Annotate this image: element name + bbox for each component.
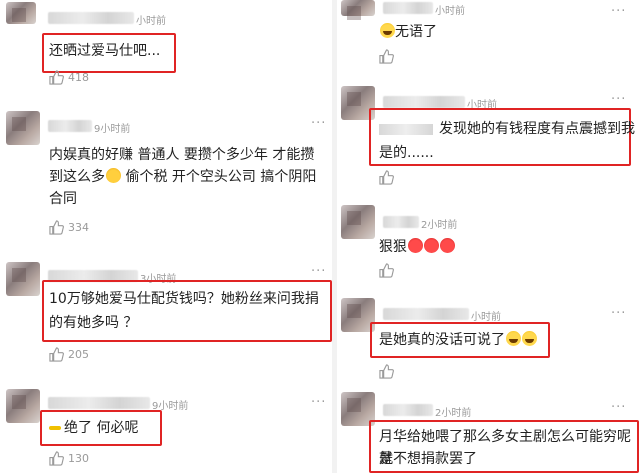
username-blurred[interactable] <box>48 12 134 24</box>
comment-time: 小时前 <box>136 16 166 27</box>
comment-text: 无语了 <box>379 21 437 43</box>
username-blurred[interactable] <box>383 96 465 108</box>
comment-time: 2小时前 <box>421 220 458 231</box>
comment-text: 合同 <box>49 191 77 207</box>
more-dots-icon[interactable]: ··· <box>611 92 626 107</box>
like-button[interactable] <box>379 364 394 379</box>
like-button[interactable]: 418 <box>49 70 89 85</box>
username-blurred[interactable] <box>48 397 150 409</box>
mention-blurred[interactable] <box>379 123 433 135</box>
emoji-icon <box>106 168 121 183</box>
emoji-icon <box>49 426 61 430</box>
username-blurred[interactable] <box>383 2 433 14</box>
comment-text: 是不想捐款罢了 <box>379 451 477 467</box>
comment-time: 小时前 <box>435 6 465 17</box>
thumbs-up-icon <box>49 70 64 85</box>
like-button[interactable] <box>379 49 394 64</box>
comment-text: 是她真的没话可说了 <box>379 329 537 351</box>
emoji-icon <box>522 331 537 346</box>
comment-time: 小时前 <box>471 312 501 323</box>
more-dots-icon[interactable]: ··· <box>311 116 326 131</box>
right-comment-column: 小时前 ··· 无语了 小时前 ··· 发现她的有钱程度有点震撼到我 是的...… <box>337 0 641 473</box>
angry-emoji-icon <box>408 238 423 253</box>
thumbs-up-icon <box>49 451 64 466</box>
avatar[interactable] <box>6 389 40 423</box>
comment-text: 还晒过爱马仕吧... <box>49 43 161 59</box>
avatar[interactable] <box>341 0 375 20</box>
comment-text: 内娱真的好赚 普通人 要攒个多少年 才能攒 <box>49 147 315 163</box>
username-blurred[interactable] <box>383 308 469 320</box>
like-button[interactable]: 130 <box>49 451 89 466</box>
like-count: 205 <box>68 348 89 361</box>
emoji-icon <box>380 23 395 38</box>
comment-text: 的有她多吗 ？ <box>49 315 138 331</box>
emoji-icon <box>506 331 521 346</box>
like-button[interactable]: 334 <box>49 220 89 235</box>
avatar[interactable] <box>6 2 36 24</box>
thumbs-up-icon <box>49 220 64 235</box>
like-button[interactable]: 205 <box>49 347 89 362</box>
comment-text: 到这么多 偷个税 开个空头公司 搞个阴阳 <box>49 168 317 185</box>
left-comment-column: 小时前 还晒过爱马仕吧... 418 9小时前 ··· 内娱真的好赚 普通人 要… <box>0 0 332 473</box>
like-button[interactable] <box>379 263 394 278</box>
like-count: 334 <box>68 221 89 234</box>
username-blurred[interactable] <box>48 120 92 132</box>
avatar[interactable] <box>6 262 40 296</box>
more-dots-icon[interactable]: ··· <box>311 264 326 279</box>
comment-time: 9小时前 <box>94 124 131 135</box>
like-count: 418 <box>68 71 89 84</box>
more-dots-icon[interactable]: ··· <box>611 4 626 19</box>
more-dots-icon[interactable]: ··· <box>611 400 626 415</box>
like-button[interactable] <box>379 170 394 185</box>
comment-text: 绝了 何必呢 <box>48 417 138 439</box>
comment-text: 是的...... <box>379 145 434 161</box>
more-dots-icon[interactable]: ··· <box>611 306 626 321</box>
username-blurred[interactable] <box>383 404 433 416</box>
thumbs-up-icon <box>379 364 394 379</box>
angry-emoji-icon <box>440 238 455 253</box>
angry-emoji-icon <box>424 238 439 253</box>
comment-text: 发现她的有钱程度有点震撼到我 <box>379 118 635 140</box>
thumbs-up-icon <box>379 49 394 64</box>
avatar[interactable] <box>6 111 40 145</box>
thumbs-up-icon <box>379 170 394 185</box>
avatar[interactable] <box>341 205 375 239</box>
thumbs-up-icon <box>379 263 394 278</box>
comment-text: 狠狠 <box>379 236 455 258</box>
comment-time: 2小时前 <box>435 408 472 419</box>
like-count: 130 <box>68 452 89 465</box>
username-blurred[interactable] <box>383 216 419 228</box>
thumbs-up-icon <box>49 347 64 362</box>
comment-text: 10万够她爱马仕配货钱吗？她粉丝来问我捐 <box>49 291 319 307</box>
more-dots-icon[interactable]: ··· <box>311 395 326 410</box>
